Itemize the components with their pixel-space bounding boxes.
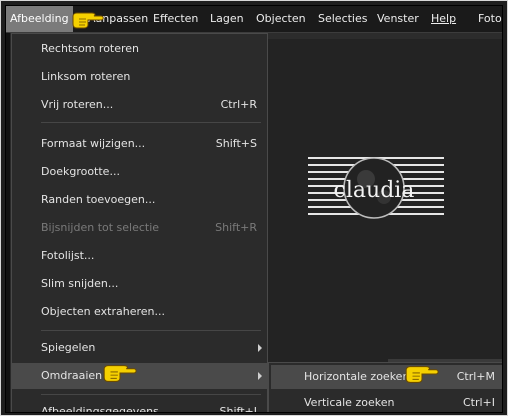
- menu-item-shortcut: Ctrl+R: [220, 98, 257, 111]
- menu-item-label: Slim snijden...: [41, 277, 119, 290]
- workspace-top-bar: [268, 33, 502, 39]
- menu-item-shortcut: Shift+R: [215, 221, 257, 234]
- menu-item-omdraaien[interactable]: Omdraaien: [12, 363, 267, 389]
- menu-item-label: Doekgrootte...: [41, 165, 120, 178]
- menu-objecten[interactable]: Objecten: [252, 6, 310, 32]
- menu-item-label: Objecten extraheren...: [41, 305, 165, 318]
- menu-item-horizontale-zoeken[interactable]: Horizontale zoeken Ctrl+M: [271, 365, 502, 389]
- menu-item-rechtsom-roteren[interactable]: Rechtsom roteren: [12, 36, 267, 62]
- menu-selecties[interactable]: Selecties: [314, 6, 372, 32]
- menu-item-label: Bijsnijden tot selectie: [41, 221, 160, 234]
- menu-item-shortcut: Ctrl+I: [462, 396, 495, 409]
- workspace: claudia: [268, 33, 502, 412]
- menu-item-randen-toevoegen[interactable]: Randen toevoegen...: [12, 187, 267, 213]
- menu-separator: [41, 330, 261, 331]
- afbeelding-dropdown-menu: Rechtsom roteren Linksom roteren Vrij ro…: [11, 33, 268, 413]
- menu-item-label: Afbeeldingsgegevens...: [41, 405, 170, 413]
- pointing-hand-icon: [103, 365, 137, 382]
- menu-item-slim-snijden[interactable]: Slim snijden...: [12, 271, 267, 297]
- menu-item-label: Fotolijst...: [41, 249, 95, 262]
- menu-item-linksom-roteren[interactable]: Linksom roteren: [12, 64, 267, 90]
- watermark-text: claudia: [334, 178, 415, 203]
- menu-item-label: Vrij roteren...: [41, 98, 114, 111]
- menu-item-label: Rechtsom roteren: [41, 42, 140, 55]
- menu-afbeelding[interactable]: Afbeelding: [6, 6, 73, 32]
- menu-item-label: Linksom roteren: [41, 70, 131, 83]
- pointing-hand-icon: [72, 12, 104, 29]
- menu-item-fotolijst[interactable]: Fotolijst...: [12, 243, 267, 269]
- menu-separator: [41, 394, 261, 395]
- menu-effecten[interactable]: Effecten: [149, 6, 202, 32]
- menu-item-shortcut: Shift+S: [215, 137, 257, 150]
- claudia-watermark-logo: claudia: [308, 157, 444, 219]
- menu-item-label: Verticale zoeken: [304, 396, 395, 409]
- chevron-right-icon: [258, 372, 262, 380]
- menu-item-objecten-extraheren[interactable]: Objecten extraheren...: [12, 299, 267, 325]
- menu-separator: [41, 122, 261, 123]
- screenshot-frame: Afbeelding Aanpassen Effecten Lagen Obje…: [0, 0, 508, 416]
- menu-lagen[interactable]: Lagen: [206, 6, 248, 32]
- menu-item-doekgrootte[interactable]: Doekgrootte...: [12, 159, 267, 185]
- menu-venster[interactable]: Venster: [373, 6, 423, 32]
- menu-item-bijsnijden-tot-selectie: Bijsnijden tot selectie Shift+R: [12, 215, 267, 241]
- menu-item-shortcut: Shift+I: [219, 405, 257, 413]
- menu-item-label: Omdraaien: [41, 369, 103, 382]
- menu-item-label: Horizontale zoeken: [304, 370, 410, 383]
- menu-foto[interactable]: Foto: [474, 6, 502, 32]
- omdraaien-submenu: Horizontale zoeken Ctrl+M Verticale zoek…: [268, 362, 502, 412]
- app-window: Afbeelding Aanpassen Effecten Lagen Obje…: [5, 5, 503, 413]
- menu-item-label: Spiegelen: [41, 341, 96, 354]
- menu-item-vrij-roteren[interactable]: Vrij roteren... Ctrl+R: [12, 92, 267, 118]
- menu-item-shortcut: Ctrl+M: [456, 370, 495, 383]
- menu-item-afbeeldingsgegevens[interactable]: Afbeeldingsgegevens... Shift+I: [12, 399, 267, 413]
- menu-help[interactable]: Help: [427, 6, 460, 32]
- menu-item-spiegelen[interactable]: Spiegelen: [12, 335, 267, 361]
- menu-item-label: Formaat wijzigen...: [41, 137, 146, 150]
- pointing-hand-icon: [405, 366, 439, 383]
- menu-item-formaat-wijzigen[interactable]: Formaat wijzigen... Shift+S: [12, 131, 267, 157]
- menu-item-label: Randen toevoegen...: [41, 193, 156, 206]
- left-edge: [6, 33, 10, 412]
- chevron-right-icon: [258, 344, 262, 352]
- menu-item-verticale-zoeken[interactable]: Verticale zoeken Ctrl+I: [271, 391, 502, 412]
